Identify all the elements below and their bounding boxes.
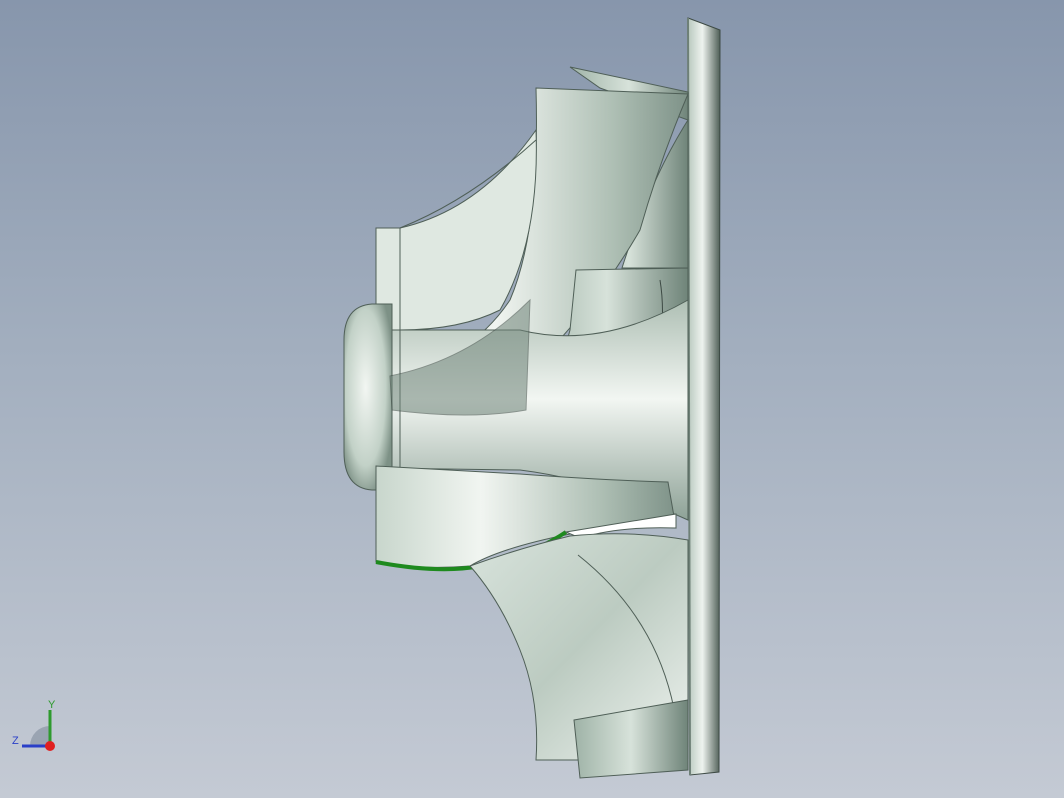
nose-cone [343,303,393,491]
axis-triad: Y Z [8,698,64,754]
triad-x-axis-icon [45,741,55,751]
back-plate [687,17,721,776]
triad-y-label: Y [48,699,56,711]
graphics-viewport[interactable]: Y Z [0,0,1064,798]
impeller-model[interactable] [0,0,1064,798]
triad-z-label: Z [12,735,19,747]
